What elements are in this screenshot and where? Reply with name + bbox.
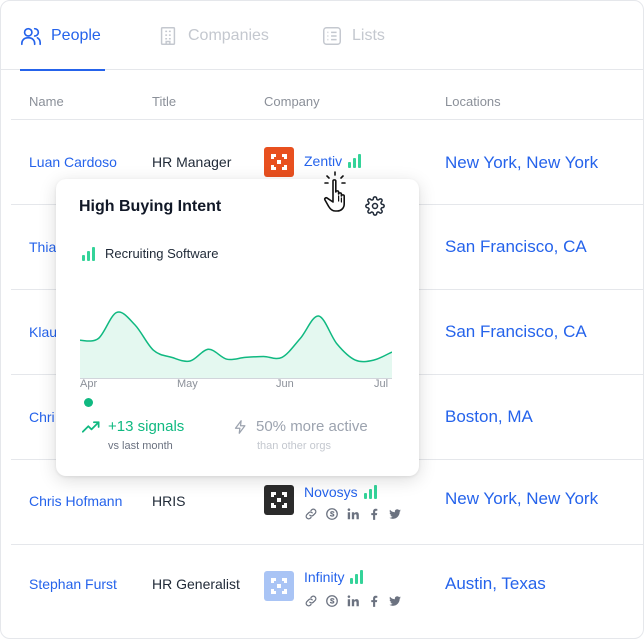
activity-value: 50% more active [256, 418, 368, 435]
x-tick-label: Jul [374, 378, 389, 390]
lightning-icon [234, 419, 246, 434]
topic-label: Recruiting Software [105, 246, 219, 261]
activity-caption: than other orgs [257, 440, 331, 452]
signals-stat: +13 signals [82, 418, 184, 435]
signal-bars-icon [350, 570, 364, 584]
company-link[interactable]: Zentiv [304, 153, 362, 169]
social-links [304, 594, 402, 608]
buying-intent-popover: High Buying Intent Recruiting Software A… [56, 179, 419, 476]
location: Boston, MA [445, 407, 533, 426]
signal-bars-icon [82, 246, 95, 261]
person-title: HR Generalist [152, 576, 240, 592]
people-panel: People Companies Lists Name Title Compan… [0, 0, 644, 639]
person-name[interactable]: Thia [29, 239, 56, 255]
company-link[interactable]: Novosys [304, 484, 377, 500]
person-title: HRIS [152, 493, 186, 509]
column-header-locations[interactable]: Locations [445, 94, 501, 109]
tab-bar: People Companies Lists [1, 1, 643, 71]
tab-lists[interactable]: Lists [321, 1, 385, 70]
location: San Francisco, CA [445, 237, 587, 256]
twitter-icon[interactable] [388, 507, 402, 521]
company-name: Zentiv [304, 153, 343, 169]
location: Austin, Texas [445, 574, 546, 593]
link-icon[interactable] [304, 594, 318, 608]
social-links [304, 507, 402, 521]
people-icon [21, 27, 41, 45]
person-name[interactable]: Chris Hofmann [29, 493, 122, 509]
tab-label: People [51, 26, 101, 44]
popover-title: High Buying Intent [79, 198, 222, 215]
zentiv-logo-icon [271, 154, 287, 170]
tab-people[interactable]: People [20, 1, 105, 71]
company-logo [264, 485, 294, 515]
tab-companies[interactable]: Companies [157, 1, 269, 70]
hand-pointer-cursor-icon [323, 171, 346, 212]
column-header-company[interactable]: Company [264, 94, 320, 109]
facebook-icon[interactable] [367, 507, 381, 521]
person-name[interactable]: Chri [29, 409, 55, 425]
company-name: Novosys [304, 484, 358, 500]
linkedin-icon[interactable] [346, 594, 360, 608]
intent-topic: Recruiting Software [82, 246, 218, 261]
signal-bars-icon [348, 154, 362, 168]
signal-bars-icon [363, 485, 377, 499]
column-header-name[interactable]: Name [29, 94, 64, 109]
company-logo [264, 571, 294, 601]
trend-area [80, 312, 392, 379]
novosys-logo-icon [271, 492, 287, 508]
signals-value: +13 signals [108, 418, 185, 435]
skype-icon[interactable] [325, 594, 339, 608]
person-name[interactable]: Stephan Furst [29, 576, 117, 592]
company-name: Infinity [304, 569, 345, 585]
location: New York, New York [445, 153, 599, 172]
current-point-indicator [84, 398, 93, 407]
signals-caption: vs last month [108, 440, 173, 452]
x-tick-label: Jun [276, 378, 294, 390]
person-name[interactable]: Luan Cardoso [29, 154, 117, 170]
trending-up-icon [82, 420, 100, 433]
facebook-icon[interactable] [367, 594, 381, 608]
person-title: HR Manager [152, 154, 232, 170]
skype-icon[interactable] [325, 507, 339, 521]
person-name[interactable]: Klau [29, 324, 57, 340]
gear-icon[interactable] [365, 196, 385, 216]
location: San Francisco, CA [445, 322, 587, 341]
table-header: Name Title Company Locations [11, 70, 643, 120]
twitter-icon[interactable] [388, 594, 402, 608]
company-logo [264, 147, 294, 177]
location: New York, New York [445, 489, 599, 508]
building-icon [160, 26, 176, 45]
infinity-logo-icon [271, 578, 287, 594]
x-tick-label: May [177, 378, 198, 390]
table-row: Stephan Furst HR Generalist Infinity Aus… [11, 545, 643, 638]
tab-label: Lists [352, 26, 385, 44]
link-icon[interactable] [304, 507, 318, 521]
activity-stat: 50% more active [233, 418, 368, 435]
list-icon [323, 26, 341, 45]
linkedin-icon[interactable] [346, 507, 360, 521]
column-header-title[interactable]: Title [152, 94, 176, 109]
x-tick-label: Apr [80, 378, 98, 390]
intent-trend-chart [80, 311, 392, 379]
tab-label: Companies [188, 26, 269, 44]
company-link[interactable]: Infinity [304, 569, 364, 585]
